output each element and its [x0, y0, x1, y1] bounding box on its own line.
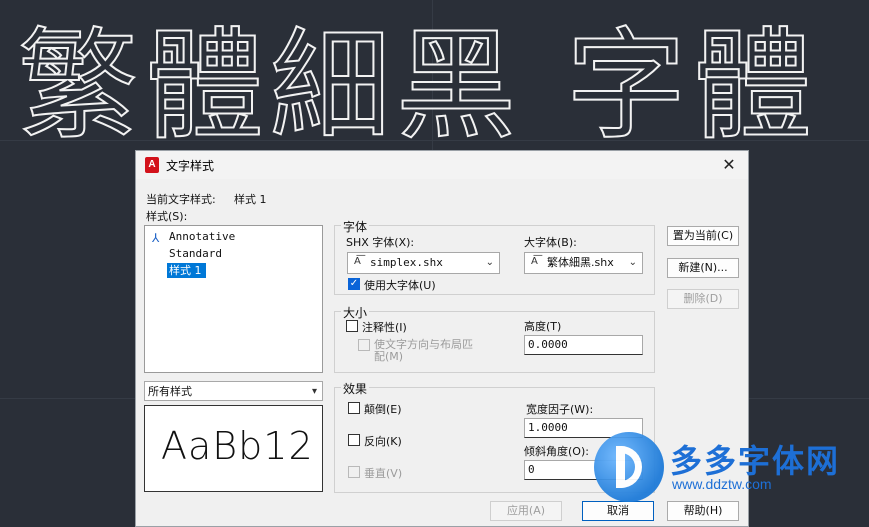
- vertical-label: 垂直(V): [364, 467, 403, 480]
- site-watermark: 多多字体网 www.ddztw.com: [594, 432, 854, 522]
- width-factor-label: 宽度因子(W):: [526, 403, 594, 416]
- style-filter-value: 所有样式: [148, 385, 192, 398]
- cad-drawing-text: 繁體細黑 字體: [17, 16, 819, 157]
- font-icon: A͞: [531, 256, 538, 267]
- autocad-app-icon: A: [145, 157, 159, 173]
- upside-down-label: 颠倒(E): [364, 403, 402, 416]
- backwards-checkbox[interactable]: [348, 434, 360, 446]
- watermark-logo-icon: [594, 432, 664, 502]
- use-bigfont-checkbox[interactable]: ✓: [348, 278, 360, 290]
- current-style-label: 当前文字样式:: [146, 193, 216, 206]
- style-filter-select[interactable]: 所有样式 ▾: [144, 381, 323, 401]
- chevron-down-icon: ⌄: [485, 257, 494, 268]
- match-orientation-checkbox[interactable]: [358, 339, 370, 351]
- shx-font-label: SHX 字体(X):: [346, 236, 415, 249]
- annotative-checkbox[interactable]: [346, 320, 358, 332]
- close-icon[interactable]: ✕: [718, 154, 740, 176]
- backwards-label: 反向(K): [364, 435, 402, 448]
- apply-button[interactable]: 应用(A): [490, 501, 562, 521]
- chevron-down-icon: ⌄: [628, 257, 637, 268]
- shx-font-value: simplex.shx: [370, 256, 443, 269]
- dialog-title: 文字样式: [166, 159, 215, 173]
- set-current-button[interactable]: 置为当前(C): [667, 226, 739, 246]
- annotative-label: 注释性(I): [362, 321, 407, 334]
- chevron-down-icon: ▾: [311, 386, 317, 397]
- bigfont-value: 繁体細黑.shx: [547, 256, 614, 269]
- font-icon: A͞: [354, 256, 361, 267]
- list-item[interactable]: Annotative: [167, 229, 239, 244]
- match-orientation-label: 使文字方向与布局匹配(M): [374, 338, 473, 363]
- dialog-titlebar: A 文字样式 ✕: [136, 151, 748, 179]
- list-item-selected[interactable]: 样式 1: [167, 263, 206, 278]
- font-group-title: 字体: [341, 218, 370, 235]
- effects-group-title: 效果: [341, 380, 370, 397]
- upside-down-checkbox[interactable]: [348, 402, 360, 414]
- styles-label: 样式(S):: [146, 210, 188, 223]
- use-bigfont-label: 使用大字体(U): [364, 279, 436, 292]
- current-style-value: 样式 1: [234, 193, 267, 206]
- oblique-angle-label: 倾斜角度(O):: [524, 445, 589, 458]
- styles-listbox[interactable]: ⅄ Annotative Standard 样式 1: [144, 225, 323, 373]
- bigfont-label: 大字体(B):: [524, 236, 577, 249]
- watermark-url: www.ddztw.com: [672, 476, 772, 492]
- delete-style-button[interactable]: 删除(D): [667, 289, 739, 309]
- height-label: 高度(T): [524, 320, 562, 333]
- annotative-icon: ⅄: [152, 231, 160, 245]
- bigfont-select[interactable]: A͞ 繁体細黑.shx ⌄: [524, 252, 643, 274]
- list-item[interactable]: Standard: [167, 246, 226, 261]
- new-style-button[interactable]: 新建(N)...: [667, 258, 739, 278]
- style-preview: AaBb12: [144, 405, 323, 492]
- shx-font-select[interactable]: A͞ simplex.shx ⌄: [347, 252, 500, 274]
- height-input[interactable]: 0.0000: [524, 335, 643, 355]
- vertical-checkbox[interactable]: [348, 466, 360, 478]
- preview-text: AaBb12: [161, 424, 314, 468]
